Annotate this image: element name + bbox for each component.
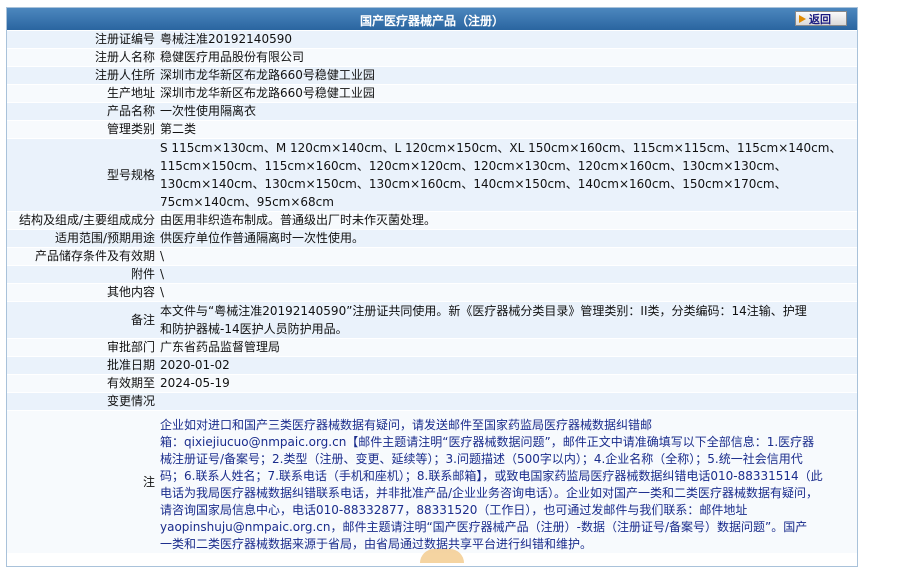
note-line: 械注册证号/备案号；2.类型（注册、变更、延续等）；3.问题描述（500字以内）… xyxy=(160,452,803,466)
field-value xyxy=(157,392,857,411)
table-row: 生产地址 深圳市龙华新区布龙路660号稳健工业园 xyxy=(7,84,857,103)
field-value-line: 75cm×140cm、95cm×68cm xyxy=(160,195,334,209)
field-value-line: 本文件与“粤械注准20192140590”注册证共同使用。新《医疗器械分类目录》… xyxy=(160,304,807,318)
field-label: 备注 xyxy=(7,301,157,339)
field-value: 本文件与“粤械注准20192140590”注册证共同使用。新《医疗器械分类目录》… xyxy=(157,301,857,339)
field-value-line: 130cm×140cm、130cm×150cm、130cm×160cm、140c… xyxy=(160,177,787,191)
note-line: 箱：qixiejiucuo@nmpaic.org.cn【邮件主题请注明“医疗器械… xyxy=(160,435,815,449)
panel-header: 国产医疗器械产品（注册） 返回 xyxy=(7,8,857,30)
note-line: yaopinshuju@nmpaic.org.cn，邮件主题请注明“国产医疗器械… xyxy=(160,520,808,534)
back-button-label: 返回 xyxy=(809,12,831,26)
product-detail-panel: 国产医疗器械产品（注册） 返回 注册证编号 粤械注准20192140590 注册人名… xyxy=(6,7,858,567)
note-line: 一类和二类医疗器械数据来源于省局，由省局通过数据共享平台进行纠错和维护。 xyxy=(160,537,593,551)
table-row: 注册人名称 稳健医疗用品股份有限公司 xyxy=(7,48,857,67)
field-value: 第二类 xyxy=(157,120,857,139)
field-value: \ xyxy=(157,283,857,302)
field-label: 管理类别 xyxy=(7,120,157,139)
table-row: 批准日期 2020-01-02 xyxy=(7,356,857,375)
note-line: 电话为我局医疗器械数据纠错联系电话，并非批准产品/企业业务咨询电话）。企业如对国… xyxy=(160,486,819,500)
field-label: 附件 xyxy=(7,265,157,284)
table-row: 注册证编号 粤械注准20192140590 xyxy=(7,31,857,49)
field-value: \ xyxy=(157,247,857,266)
note-line: 请咨询国家局信息中心，电话010-88332877，88331520（工作日），… xyxy=(160,503,748,517)
note-line: 企业如对进口和国产三类医疗器械数据有疑问，请发送邮件至国家药监局医疗器械数据纠错… xyxy=(160,418,653,432)
field-value-line: 115cm×150cm、115cm×160cm、120cm×120cm、120c… xyxy=(160,159,787,173)
field-label: 生产地址 xyxy=(7,84,157,103)
note-text: 企业如对进口和国产三类医疗器械数据有疑问，请发送邮件至国家药监局医疗器械数据纠错… xyxy=(157,410,857,554)
table-row: 管理类别 第二类 xyxy=(7,120,857,139)
table-row: 备注 本文件与“粤械注准20192140590”注册证共同使用。新《医疗器械分类目… xyxy=(7,301,857,339)
field-label: 注册人名称 xyxy=(7,48,157,67)
detail-table: 注册证编号 粤械注准20192140590 注册人名称 稳健医疗用品股份有限公司 注册人… xyxy=(7,31,857,554)
table-row: 产品名称 一次性使用隔离衣 xyxy=(7,102,857,121)
field-label: 产品储存条件及有效期 xyxy=(7,247,157,266)
table-row: 型号规格 S 115cm×130cm、M 120cm×140cm、L 120cm×… xyxy=(7,138,857,212)
field-value: 粤械注准20192140590 xyxy=(157,31,857,49)
field-label: 变更情况 xyxy=(7,392,157,411)
field-value-line: S 115cm×130cm、M 120cm×140cm、L 120cm×150c… xyxy=(160,141,842,155)
field-value: 2024-05-19 xyxy=(157,374,857,393)
field-value: \ xyxy=(157,265,857,284)
field-value: 由医用非织造布制成。普通级出厂时未作灭菌处理。 xyxy=(157,211,857,230)
field-value: 供医疗单位作普通隔离时一次性使用。 xyxy=(157,229,857,248)
table-row: 审批部门 广东省药品监督管理局 xyxy=(7,338,857,357)
table-row: 有效期至 2024-05-19 xyxy=(7,374,857,393)
note-row: 注企业如对进口和国产三类医疗器械数据有疑问，请发送邮件至国家药监局医疗器械数据纠… xyxy=(7,410,857,554)
field-label: 型号规格 xyxy=(7,138,157,212)
field-value-line: 和防护器械-14医护人员防护用品。 xyxy=(160,322,348,336)
table-row: 其他内容 \ xyxy=(7,283,857,302)
note-label: 注 xyxy=(7,410,157,554)
table-row: 附件 \ xyxy=(7,265,857,284)
field-label: 批准日期 xyxy=(7,356,157,375)
table-row: 适用范围/预期用途 供医疗单位作普通隔离时一次性使用。 xyxy=(7,229,857,248)
field-value: S 115cm×130cm、M 120cm×140cm、L 120cm×150c… xyxy=(157,138,857,212)
field-value: 2020-01-02 xyxy=(157,356,857,375)
field-label: 其他内容 xyxy=(7,283,157,302)
field-value: 广东省药品监督管理局 xyxy=(157,338,857,357)
field-label: 审批部门 xyxy=(7,338,157,357)
page-title: 国产医疗器械产品（注册） xyxy=(359,14,504,28)
note-line: 码；6.联系人姓名；7.联系电话（手机和座机）；8.联系邮箱】，或致电国家药监局… xyxy=(160,469,823,483)
field-label: 结构及组成/主要组成成分 xyxy=(7,211,157,230)
back-arrow-icon xyxy=(799,14,806,23)
field-label: 适用范围/预期用途 xyxy=(7,229,157,248)
table-row: 变更情况 xyxy=(7,392,857,411)
field-value: 一次性使用隔离衣 xyxy=(157,102,857,121)
footer-logo-icon xyxy=(420,549,464,563)
table-row: 结构及组成/主要组成成分 由医用非织造布制成。普通级出厂时未作灭菌处理。 xyxy=(7,211,857,230)
field-label: 有效期至 xyxy=(7,374,157,393)
page-margin xyxy=(862,0,906,558)
field-value: 深圳市龙华新区布龙路660号稳健工业园 xyxy=(157,84,857,103)
field-value: 深圳市龙华新区布龙路660号稳健工业园 xyxy=(157,66,857,85)
field-label: 注册人住所 xyxy=(7,66,157,85)
table-row: 注册人住所 深圳市龙华新区布龙路660号稳健工业园 xyxy=(7,66,857,85)
field-label: 注册证编号 xyxy=(7,31,157,49)
field-label: 产品名称 xyxy=(7,102,157,121)
back-button[interactable]: 返回 xyxy=(795,11,847,26)
field-value: 稳健医疗用品股份有限公司 xyxy=(157,48,857,67)
table-row: 产品储存条件及有效期 \ xyxy=(7,247,857,266)
